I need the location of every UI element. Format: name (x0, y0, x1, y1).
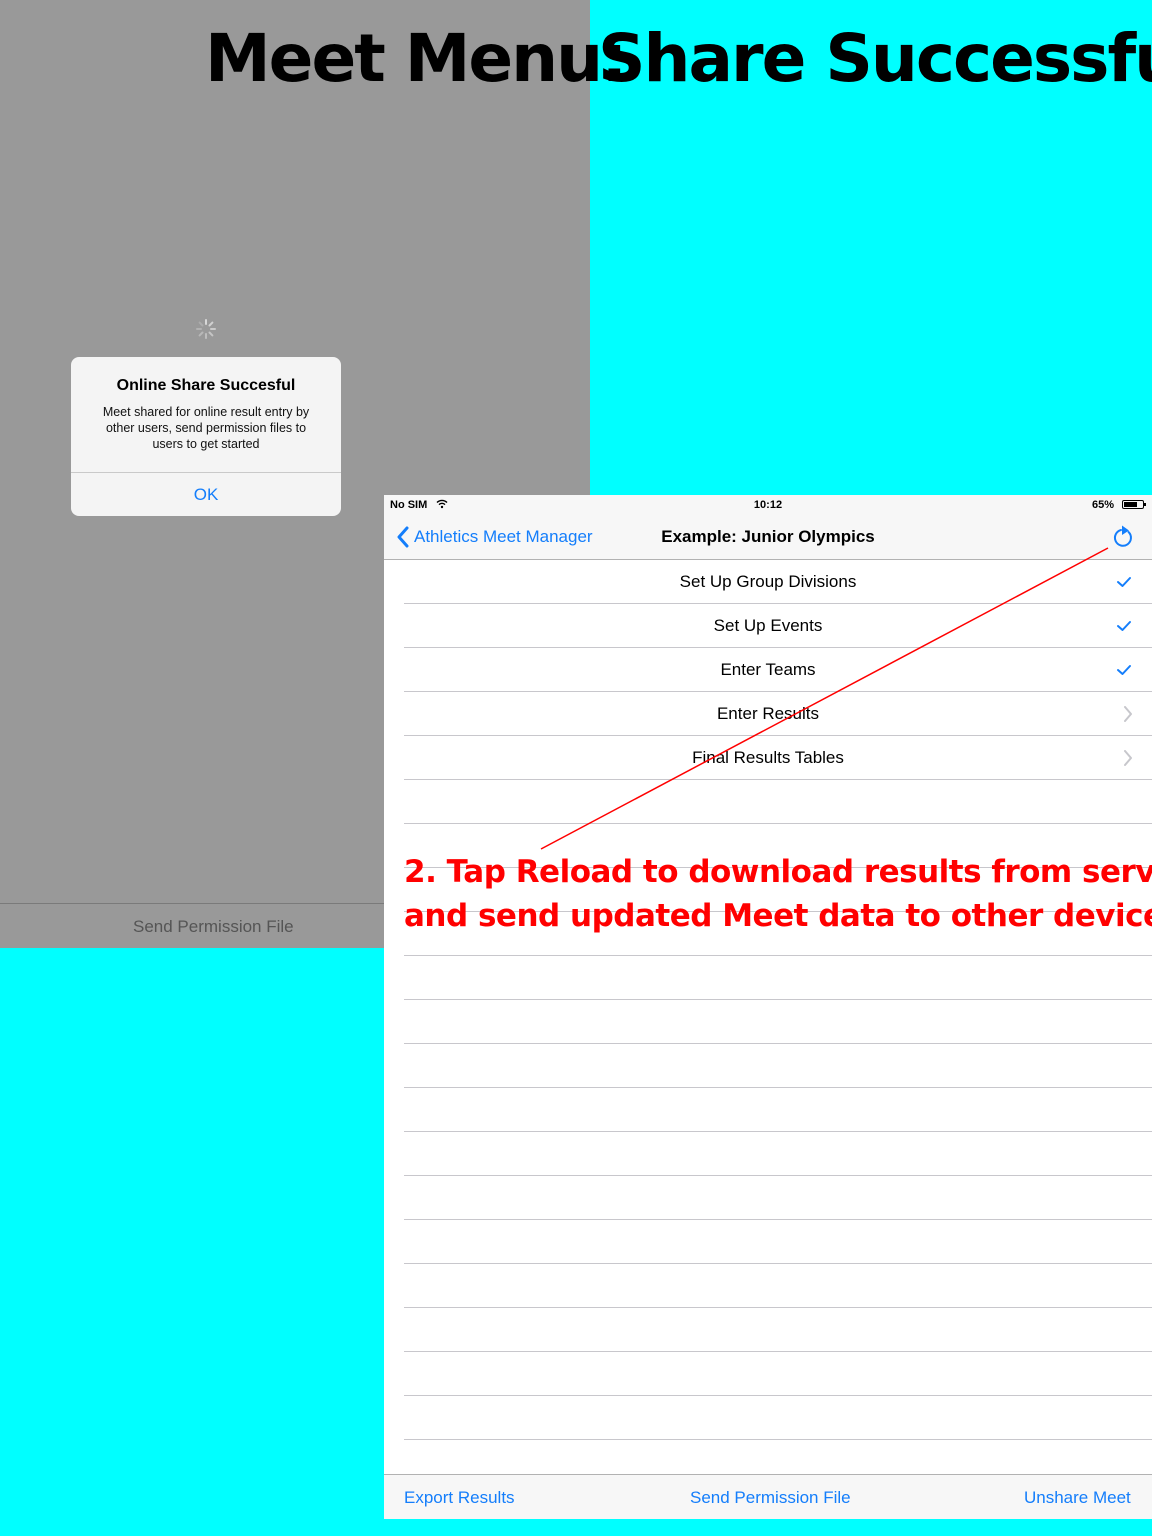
menu-item-results[interactable]: Enter Results (384, 692, 1152, 736)
row-separator (404, 735, 1152, 736)
navigation-bar: Athletics Meet Manager Example: Junior O… (384, 515, 1152, 560)
row-separator (404, 1043, 1152, 1044)
row-separator (404, 823, 1152, 824)
row-separator (404, 1351, 1152, 1352)
row-separator (404, 1395, 1152, 1396)
menu-item-label: Enter Teams (720, 660, 816, 679)
menu-item-group-divisions[interactable]: Set Up Group Divisions (384, 560, 1152, 604)
send-permission-file-button[interactable]: Send Permission File (690, 1488, 851, 1508)
page-heading: Meet Menu: Share Successful (0, 20, 1152, 100)
instruction-line-2: and send updated Meet data to other devi… (404, 898, 1152, 934)
battery-percent: 65% (1092, 499, 1115, 511)
status-time: 10:12 (753, 499, 783, 511)
heading-meet-menu: Meet Menu: (205, 20, 628, 97)
nav-title: Example: Junior Olympics (661, 527, 875, 546)
heading-share-successful: Share Successful (598, 20, 1152, 97)
row-separator (404, 999, 1152, 1000)
checkmark-icon (1117, 577, 1131, 587)
row-separator (404, 1439, 1152, 1440)
instruction-line-1: 2. Tap Reload to download results from s… (404, 854, 1152, 890)
row-separator (404, 1219, 1152, 1220)
row-separator (404, 955, 1152, 956)
bottom-toolbar: Export Results Send Permission File Unsh… (384, 1474, 1152, 1519)
status-bar: No SIM 10:12 65% (384, 495, 1152, 515)
menu-item-label: Final Results Tables (692, 748, 844, 767)
unshare-meet-button[interactable]: Unshare Meet (1024, 1488, 1131, 1508)
row-separator (404, 1307, 1152, 1308)
meet-menu-screen: No SIM 10:12 65% Athletics Meet Manager … (384, 495, 1152, 1519)
reload-instruction: 2. Tap Reload to download results from s… (404, 850, 1152, 938)
alert-title: Online Share Succesful (116, 377, 296, 394)
menu-item-final-results[interactable]: Final Results Tables (384, 736, 1152, 780)
row-separator (404, 691, 1152, 692)
menu-item-events[interactable]: Set Up Events (384, 604, 1152, 648)
row-separator (404, 1263, 1152, 1264)
row-separator (404, 603, 1152, 604)
row-separator (404, 647, 1152, 648)
alert-message: Meet shared for online result entry by o… (102, 405, 310, 451)
row-separator (404, 1087, 1152, 1088)
chevron-right-icon (1124, 750, 1132, 766)
menu-item-label: Set Up Events (713, 616, 823, 635)
row-separator (404, 1131, 1152, 1132)
reload-icon[interactable] (1110, 523, 1136, 551)
chevron-right-icon (1124, 706, 1132, 722)
activity-spinner-icon (196, 319, 216, 339)
menu-item-label: Set Up Group Divisions (679, 572, 857, 591)
alert-ok-button[interactable]: OK (71, 473, 341, 516)
dimmed-send-permission-button: Send Permission File (133, 917, 294, 936)
row-separator (404, 779, 1152, 780)
battery-icon (1122, 500, 1146, 509)
checkmark-icon (1117, 665, 1131, 675)
row-separator (404, 1175, 1152, 1176)
checkmark-icon (1117, 621, 1131, 631)
menu-item-teams[interactable]: Enter Teams (384, 648, 1152, 692)
share-success-alert: Online Share Succesful Meet shared for o… (71, 357, 341, 516)
menu-item-label: Enter Results (716, 704, 820, 723)
export-results-button[interactable]: Export Results (404, 1488, 515, 1508)
